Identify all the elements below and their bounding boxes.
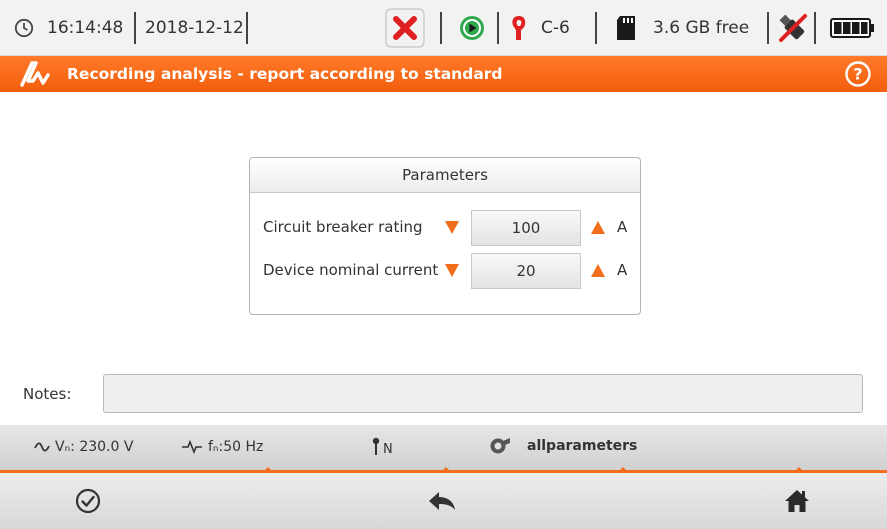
circuit-breaker-decrease-button[interactable] <box>442 210 472 246</box>
device-nominal-current-label: Device nominal current <box>263 261 439 279</box>
svg-text:?: ? <box>853 65 862 84</box>
storage-free: 3.6 GB free <box>653 18 750 38</box>
ground-mark: N <box>383 442 393 457</box>
nominal-current-increase-button[interactable] <box>580 253 610 289</box>
parameters-heading: Parameters <box>250 158 640 193</box>
status-date: 2018-12-12 <box>145 18 244 38</box>
help-icon[interactable]: ? <box>845 61 871 92</box>
status-time: 16:14:48 <box>47 18 124 38</box>
bottom-bar <box>0 473 887 529</box>
battery-icon <box>830 0 876 56</box>
clamp-type: C-6 <box>541 18 570 38</box>
sd-card-icon <box>616 0 636 56</box>
usb-disconnected-icon <box>776 0 810 56</box>
configuration: allparameters <box>489 435 637 457</box>
device-nominal-current-row: Device nominal current 20 A <box>250 249 640 293</box>
confirm-icon <box>75 488 101 514</box>
title-bar: Recording analysis - report according to… <box>0 56 887 92</box>
nominal-current-decrease-button[interactable] <box>442 253 472 289</box>
separator-tick <box>263 467 273 472</box>
nominal-current-unit: A <box>617 261 628 279</box>
confirm-button[interactable] <box>48 473 128 529</box>
sine-wave-icon <box>34 442 50 452</box>
info-bar: Vₙ: 230.0 V fₙ:50 Hz N allparameters <box>0 425 887 472</box>
configuration-name: allparameters <box>527 438 638 454</box>
circuit-breaker-increase-button[interactable] <box>580 210 610 246</box>
clamp-icon <box>509 0 529 56</box>
error-x-icon[interactable] <box>385 0 425 56</box>
nominal-frequency-value: fₙ:50 Hz <box>208 439 264 455</box>
nominal-voltage: Vₙ: 230.0 V <box>34 439 133 455</box>
notes-label: Notes: <box>23 385 72 403</box>
ground-pin-icon <box>372 437 380 455</box>
frequency-icon <box>182 440 202 454</box>
back-button[interactable] <box>402 473 482 529</box>
clock-icon <box>14 0 34 56</box>
home-icon <box>785 490 809 512</box>
app-logo-icon <box>19 61 51 92</box>
notes-field[interactable] <box>103 374 863 413</box>
back-icon <box>429 492 455 510</box>
circuit-breaker-rating-label: Circuit breaker rating <box>263 218 423 236</box>
separator-tick <box>441 467 451 472</box>
circuit-breaker-rating-stepper[interactable]: 100 <box>471 210 581 246</box>
separator-tick <box>618 467 628 472</box>
nominal-voltage-value: Vₙ: 230.0 V <box>55 439 134 455</box>
page-title: Recording analysis - report according to… <box>67 65 503 83</box>
recording-play-icon[interactable] <box>459 0 485 56</box>
ground-indicator: N <box>371 436 393 457</box>
configuration-icon <box>490 438 510 454</box>
circuit-breaker-rating-row: Circuit breaker rating 100 A <box>250 206 640 250</box>
device-nominal-current-stepper[interactable]: 20 <box>471 253 581 289</box>
parameters-panel: Parameters Circuit breaker rating 100 A … <box>249 157 641 315</box>
status-bar: 16:14:48 2018-12-12 C-6 3.6 GB free <box>0 0 887 56</box>
circuit-breaker-unit: A <box>617 218 628 236</box>
separator-tick <box>794 467 804 472</box>
nominal-frequency: fₙ:50 Hz <box>181 439 263 455</box>
home-button[interactable] <box>757 473 837 529</box>
